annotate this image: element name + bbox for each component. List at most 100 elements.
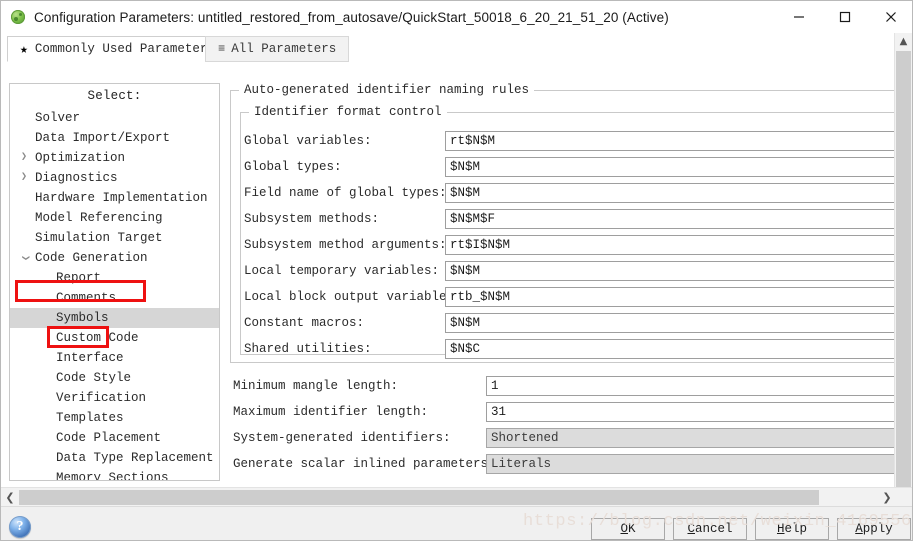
field-row: Subsystem methods: $N$M$F <box>228 209 900 229</box>
input-local-temporary-variables[interactable]: $N$M <box>445 261 900 281</box>
tree-item-code-generation[interactable]: ❯ Code Generation <box>10 248 219 268</box>
minimize-button[interactable] <box>776 1 822 33</box>
dialog-content: Select: Solver Data Import/Export ❯ Optimiz… <box>1 63 912 487</box>
ok-button[interactable]: OK <box>591 518 665 540</box>
close-button[interactable] <box>868 1 912 33</box>
vertical-scrollbar[interactable]: ▲ <box>894 33 912 487</box>
tree-item-label: Comments <box>56 291 117 305</box>
input-global-types[interactable]: $N$M <box>445 157 900 177</box>
category-tree: Solver Data Import/Export ❯ Optimization ❯ Di… <box>10 108 219 480</box>
tree-item-label: Templates <box>56 411 124 425</box>
tree-item-code-placement[interactable]: Code Placement <box>10 428 219 448</box>
scroll-left-icon[interactable]: ❮ <box>1 488 19 507</box>
tree-item-data-type-replacement[interactable]: Data Type Replacement <box>10 448 219 468</box>
field-row: Subsystem method arguments: rt$I$N$M <box>228 235 900 255</box>
field-label: Subsystem methods: <box>244 212 380 226</box>
input-constant-macros[interactable]: $N$M <box>445 313 900 333</box>
group-label: Identifier format control <box>249 105 447 119</box>
window-title: Configuration Parameters: untitled_resto… <box>34 9 669 25</box>
tab-strip: ★ Commonly Used Parameters ≡ All Paramet… <box>1 33 912 63</box>
field-row: Constant macros: $N$M <box>228 313 900 333</box>
vertical-scrollbar-thumb[interactable] <box>896 51 911 487</box>
tree-item-memory-sections[interactable]: Memory Sections <box>10 468 219 480</box>
tree-item-optimization[interactable]: ❯ Optimization <box>10 148 219 168</box>
input-shared-utilities[interactable]: $N$C <box>445 339 900 359</box>
tree-item-label: Simulation Target <box>35 231 163 245</box>
tree-item-code-style[interactable]: Code Style <box>10 368 219 388</box>
field-row: Minimum mangle length: 1 <box>228 376 900 396</box>
tree-item-symbols[interactable]: Symbols <box>10 308 219 328</box>
help-button[interactable]: Help <box>755 518 829 540</box>
input-subsystem-methods[interactable]: $N$M$F <box>445 209 900 229</box>
category-tree-panel: Select: Solver Data Import/Export ❯ Optimiz… <box>9 83 220 481</box>
tree-item-label: Optimization <box>35 151 126 165</box>
chevron-down-icon[interactable]: ❯ <box>14 252 34 264</box>
button-label: Cancel <box>687 522 733 536</box>
tree-item-label: Custom Code <box>56 331 139 345</box>
tab-commonly-used-parameters[interactable]: ★ Commonly Used Parameters <box>7 36 228 62</box>
maximize-button[interactable] <box>822 1 868 33</box>
tree-item-simulation-target[interactable]: Simulation Target <box>10 228 219 248</box>
chevron-right-icon[interactable]: ❯ <box>18 168 30 188</box>
tree-title: Select: <box>87 89 142 103</box>
group-label: Auto-generated identifier naming rules <box>239 83 535 97</box>
input-minimum-mangle-length[interactable]: 1 <box>486 376 900 396</box>
tree-item-comments[interactable]: Comments <box>10 288 219 308</box>
tree-item-hardware-implementation[interactable]: Hardware Implementation <box>10 188 219 208</box>
horizontal-scrollbar[interactable]: ❮ ❯ <box>1 487 912 507</box>
tree-item-label: Interface <box>56 351 124 365</box>
field-label: Generate scalar inlined parameters as: <box>233 457 519 471</box>
scroll-right-icon[interactable]: ❯ <box>878 488 896 507</box>
tree-item-custom-code[interactable]: Custom Code <box>10 328 219 348</box>
field-label: System-generated identifiers: <box>233 431 451 445</box>
tree-item-report[interactable]: Report <box>10 268 219 288</box>
tab-all-parameters[interactable]: ≡ All Parameters <box>205 36 350 62</box>
field-label: Local block output variables: <box>244 290 462 304</box>
dropdown-system-generated-identifiers[interactable]: Shortened <box>486 428 900 448</box>
cancel-button[interactable]: Cancel <box>673 518 747 540</box>
tree-item-label: Verification <box>56 391 147 405</box>
tree-item-label: Symbols <box>10 308 219 328</box>
horizontal-scrollbar-thumb[interactable] <box>19 490 819 505</box>
chevron-right-icon[interactable]: ❯ <box>18 148 30 168</box>
simulink-icon <box>10 9 26 25</box>
field-row: System-generated identifiers: Shortened <box>228 428 900 448</box>
button-label: OK <box>620 522 636 536</box>
button-label: Apply <box>855 522 893 536</box>
window-controls <box>776 1 912 33</box>
tree-item-solver[interactable]: Solver <box>10 108 219 128</box>
dropdown-generate-scalar-inlined-parameters-as[interactable]: Literals <box>486 454 900 474</box>
field-row: Local temporary variables: $N$M <box>228 261 900 281</box>
field-label: Global variables: <box>244 134 372 148</box>
scroll-up-icon[interactable]: ▲ <box>896 33 911 50</box>
tree-item-templates[interactable]: Templates <box>10 408 219 428</box>
field-label: Subsystem method arguments: <box>244 238 447 252</box>
field-row: Shared utilities: $N$C <box>228 339 900 359</box>
field-row: Global variables: rt$N$M <box>228 131 900 151</box>
apply-button[interactable]: Apply <box>837 518 911 540</box>
tree-item-label: Data Type Replacement <box>56 451 214 465</box>
button-label: Help <box>776 522 808 536</box>
tree-item-data-import-export[interactable]: Data Import/Export <box>10 128 219 148</box>
field-row: Field name of global types: $N$M <box>228 183 900 203</box>
field-row: Global types: $N$M <box>228 157 900 177</box>
input-global-variables[interactable]: rt$N$M <box>445 131 900 151</box>
tree-item-label: Solver <box>35 111 81 125</box>
field-label: Global types: <box>244 160 342 174</box>
field-label: Constant macros: <box>244 316 365 330</box>
tree-item-interface[interactable]: Interface <box>10 348 219 368</box>
list-icon: ≡ <box>218 42 225 56</box>
configuration-parameters-window: Configuration Parameters: untitled_resto… <box>0 0 913 541</box>
input-local-block-output-variables[interactable]: rtb_$N$M <box>445 287 900 307</box>
footer-bar: ? OK Cancel Help Apply <box>1 506 912 540</box>
input-subsystem-method-arguments[interactable]: rt$I$N$M <box>445 235 900 255</box>
input-field-name-of-global-types[interactable]: $N$M <box>445 183 900 203</box>
field-row: Local block output variables: rtb_$N$M <box>228 287 900 307</box>
tree-item-model-referencing[interactable]: Model Referencing <box>10 208 219 228</box>
tree-item-diagnostics[interactable]: ❯ Diagnostics <box>10 168 219 188</box>
question-mark-icon[interactable]: ? <box>9 516 31 538</box>
field-row: Maximum identifier length: 31 <box>228 402 900 422</box>
input-maximum-identifier-length[interactable]: 31 <box>486 402 900 422</box>
title-bar: Configuration Parameters: untitled_resto… <box>1 1 912 34</box>
tree-item-verification[interactable]: Verification <box>10 388 219 408</box>
